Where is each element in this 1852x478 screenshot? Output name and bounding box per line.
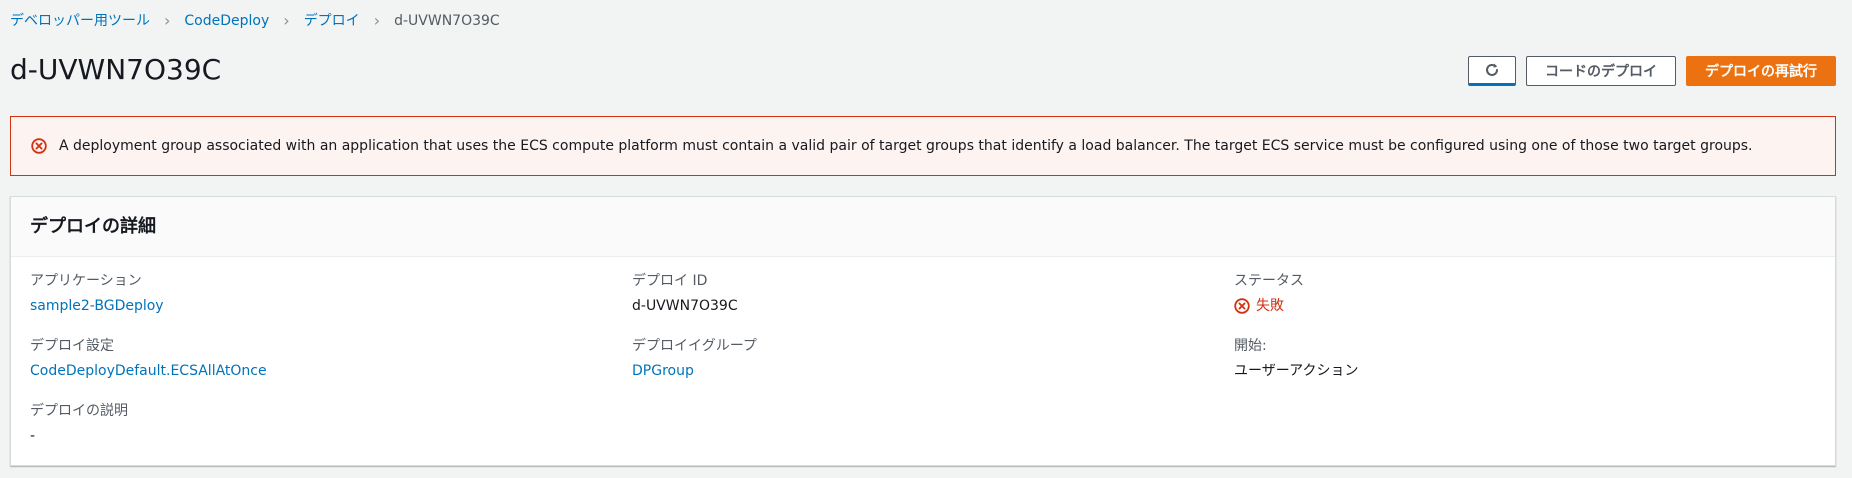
field-start: 開始: ユーザーアクション: [1234, 336, 1358, 381]
error-circle-icon: [31, 138, 47, 154]
start-value: ユーザーアクション: [1234, 363, 1359, 379]
panel-body: アプリケーション sample2-BGDeploy デプロイ ID d-UVWN…: [11, 257, 1835, 465]
error-message: A deployment group associated with an ap…: [59, 138, 1753, 154]
chevron-right-icon: ›: [283, 11, 290, 30]
panel-title: デプロイの詳細: [30, 215, 156, 237]
field-deployment-config: デプロイ設定 CodeDeployDefault.ECSAllAtOnce: [30, 336, 267, 381]
field-status: ステータス 失敗: [1234, 271, 1304, 316]
breadcrumb-developer-tools[interactable]: デベロッパー用ツール: [10, 12, 150, 30]
breadcrumb-deployments[interactable]: デプロイ: [304, 12, 360, 30]
field-description: デプロイの説明 -: [30, 401, 128, 446]
start-label: 開始:: [1234, 338, 1267, 354]
field-deployment-group: デプロイイグループ DPGroup: [632, 336, 757, 381]
header-actions: コードのデプロイ デプロイの再試行: [1468, 56, 1836, 86]
application-link[interactable]: sample2-BGDeploy: [30, 296, 164, 316]
status-label: ステータス: [1234, 273, 1304, 289]
deployment-id-value: d-UVWN7O39C: [632, 298, 738, 314]
breadcrumb-current: d-UVWN7O39C: [394, 13, 500, 29]
breadcrumb-codedeploy[interactable]: CodeDeploy: [184, 12, 269, 30]
panel-header: デプロイの詳細: [11, 197, 1835, 257]
page: デベロッパー用ツール › CodeDeploy › デプロイ › d-UVWN7…: [0, 0, 1852, 478]
config-label: デプロイ設定: [30, 338, 114, 354]
status-value: 失敗: [1256, 298, 1284, 314]
description-label: デプロイの説明: [30, 403, 128, 419]
error-circle-icon: [1234, 298, 1250, 314]
refresh-button[interactable]: [1468, 56, 1516, 86]
chevron-right-icon: ›: [373, 11, 381, 30]
refresh-icon: [1486, 63, 1498, 76]
chevron-right-icon: ›: [164, 11, 171, 30]
status-badge: 失敗: [1234, 296, 1304, 316]
config-link[interactable]: CodeDeployDefault.ECSAllAtOnce: [30, 361, 267, 381]
application-label: アプリケーション: [30, 273, 142, 289]
breadcrumb: デベロッパー用ツール › CodeDeploy › デプロイ › d-UVWN7…: [10, 12, 500, 30]
group-label: デプロイイグループ: [632, 338, 757, 354]
deploy-code-button[interactable]: コードのデプロイ: [1526, 56, 1676, 86]
error-alert: A deployment group associated with an ap…: [10, 116, 1836, 176]
retry-deployment-button[interactable]: デプロイの再試行: [1686, 56, 1836, 86]
group-link[interactable]: DPGroup: [632, 361, 757, 381]
description-value: -: [30, 428, 36, 444]
deployment-details-panel: デプロイの詳細 アプリケーション sample2-BGDeploy デプロイ I…: [10, 196, 1836, 466]
deployment-id-label: デプロイ ID: [632, 273, 708, 289]
field-deployment-id: デプロイ ID d-UVWN7O39C: [632, 271, 738, 316]
field-application: アプリケーション sample2-BGDeploy: [30, 271, 164, 316]
page-title: d-UVWN7O39C: [10, 53, 222, 86]
